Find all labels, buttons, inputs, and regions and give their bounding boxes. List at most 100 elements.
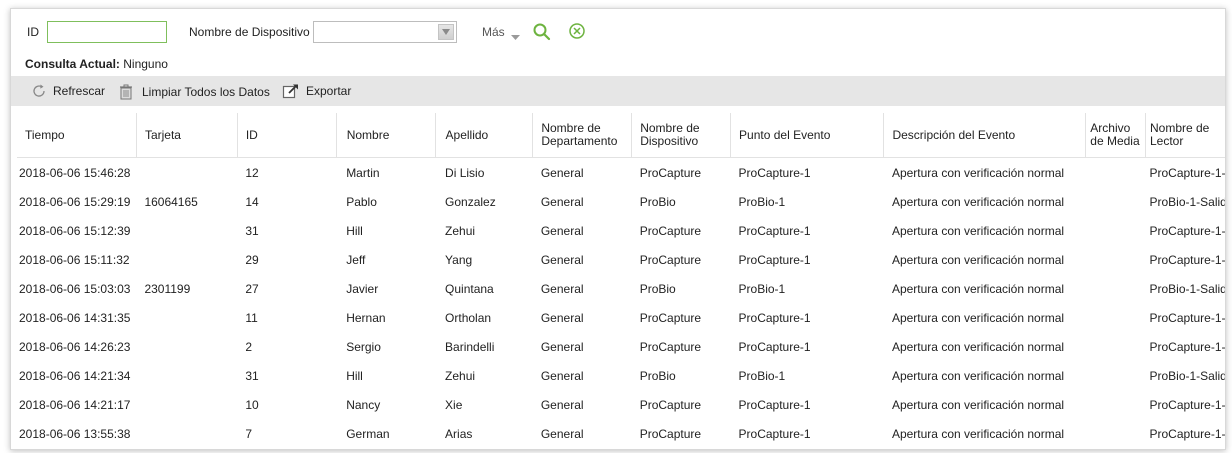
cell-reader-name: ProCapture-1-Sali xyxy=(1149,397,1226,412)
cell-first-name: German xyxy=(346,426,390,441)
cell-department: General xyxy=(540,223,584,238)
cell-device: ProBio xyxy=(639,368,676,383)
cell-event-point: ProCapture-1 xyxy=(738,339,811,354)
device-filter-label: Nombre de Dispositivo xyxy=(189,25,310,39)
cell-event-description: Apertura con verificación normal xyxy=(891,426,1065,441)
events-table: Tiempo Tarjeta ID Nombre Apellido Nombre… xyxy=(17,113,1226,448)
table-row[interactable]: 2018-06-06 15:29:19 16064165 14 Pablo Gonzal… xyxy=(17,187,1225,216)
cell-department: General xyxy=(540,397,584,412)
cell-event-description: Apertura con verificación normal xyxy=(891,368,1065,383)
column-header-descripcion-evento[interactable]: Descripción del Evento xyxy=(883,113,1087,158)
column-header-apellido[interactable]: Apellido xyxy=(435,113,534,158)
table-row[interactable]: 2018-06-06 14:26:23 2 Sergio Barindelli Gene… xyxy=(17,332,1226,361)
cell-event-point: ProCapture-1 xyxy=(738,426,811,441)
cell-media-file xyxy=(1086,187,1146,216)
cell-event-point: ProCapture-1 xyxy=(738,252,811,267)
cell-time: 2018-06-06 15:12:39 xyxy=(19,223,131,238)
cell-reader-name: ProCapture-1-Sali xyxy=(1149,426,1226,441)
more-filters-toggle[interactable]: Más xyxy=(482,25,505,39)
column-header-archivo-media[interactable]: Archivo de Media xyxy=(1085,113,1146,158)
table-row[interactable]: 2018-06-06 15:46:28 12 Martin Di Lisio Gener… xyxy=(17,158,1225,188)
cell-card xyxy=(136,245,237,274)
cell-event-description: Apertura con verificación normal xyxy=(891,194,1065,209)
cell-media-file xyxy=(1086,245,1146,274)
cell-device: ProCapture xyxy=(639,165,702,180)
cell-media-file xyxy=(1086,274,1146,303)
cell-event-description: Apertura con verificación normal xyxy=(891,310,1065,325)
cell-first-name: Martin xyxy=(346,165,380,180)
cell-card xyxy=(136,158,237,188)
id-filter-input[interactable] xyxy=(47,21,167,43)
cell-time: 2018-06-06 15:03:03 xyxy=(19,281,131,296)
cell-department: General xyxy=(540,310,584,325)
cell-reader-name: ProCapture-1-Sali xyxy=(1149,223,1226,238)
cell-id: 14 xyxy=(245,194,259,209)
cell-department: General xyxy=(540,281,584,296)
cell-last-name: Ortholan xyxy=(445,310,492,325)
cell-time: 2018-06-06 13:55:38 xyxy=(19,426,131,441)
column-header-id[interactable]: ID xyxy=(237,113,337,158)
caret-down-icon[interactable] xyxy=(511,29,520,43)
column-header-punto-evento[interactable]: Punto del Evento xyxy=(730,113,885,158)
cell-time: 2018-06-06 14:31:35 xyxy=(19,310,131,325)
column-header-tiempo[interactable]: Tiempo xyxy=(17,113,137,158)
clear-all-data-button[interactable]: Limpiar Todos los Datos xyxy=(118,83,270,101)
cell-time: 2018-06-06 14:26:23 xyxy=(19,339,131,354)
trash-icon xyxy=(120,84,132,100)
cell-card xyxy=(136,361,237,390)
search-icon[interactable] xyxy=(532,22,552,42)
cell-media-file xyxy=(1086,303,1146,332)
table-row[interactable]: 2018-06-06 15:12:39 31 Hill Zehui General Pro… xyxy=(17,216,1226,245)
cell-reader-name: ProCapture-1-Sali xyxy=(1149,252,1226,267)
cell-first-name: Sergio xyxy=(346,339,381,354)
cell-last-name: Quintana xyxy=(445,281,494,296)
cell-card: 2301199 xyxy=(144,281,191,296)
cell-last-name: Zehui xyxy=(445,368,476,383)
cell-media-file xyxy=(1086,419,1146,448)
column-header-nombre[interactable]: Nombre xyxy=(336,113,436,158)
export-button[interactable]: Exportar xyxy=(282,83,351,99)
table-row[interactable]: 2018-06-06 15:11:32 29 Jeff Yang General ProC… xyxy=(17,245,1226,274)
cell-media-file xyxy=(1086,216,1146,245)
cell-reader-name: ProBio-1-Salida xyxy=(1149,368,1226,383)
cell-device: ProBio xyxy=(639,194,676,209)
cell-department: General xyxy=(540,339,584,354)
cell-event-description: Apertura con verificación normal xyxy=(891,397,1065,412)
cell-device: ProCapture xyxy=(639,223,702,238)
cell-media-file xyxy=(1086,390,1146,419)
id-filter-label: ID xyxy=(27,25,39,39)
cell-department: General xyxy=(540,252,584,267)
cell-id: 7 xyxy=(245,426,253,441)
refresh-button[interactable]: Refrescar xyxy=(31,83,105,99)
table-row[interactable]: 2018-06-06 14:31:35 11 Hernan Ortholan Gener… xyxy=(17,303,1225,332)
cell-first-name: Jeff xyxy=(346,252,366,267)
table-row[interactable]: 2018-06-06 13:55:38 7 German Arias General Pr… xyxy=(17,419,1226,448)
cell-reader-name: ProCapture-1-Sali xyxy=(1149,339,1226,354)
column-header-dispositivo[interactable]: Nombre de Dispositivo xyxy=(631,113,732,158)
table-row[interactable]: 2018-06-06 14:21:17 10 Nancy Xie General ProC… xyxy=(17,390,1226,419)
cell-media-file xyxy=(1086,332,1146,361)
table-header-row: Tiempo Tarjeta ID Nombre Apellido Nombre… xyxy=(17,113,1225,158)
cell-event-description: Apertura con verificación normal xyxy=(891,165,1065,180)
cell-id: 31 xyxy=(245,368,259,383)
cell-time: 2018-06-06 15:11:32 xyxy=(19,252,130,267)
dropdown-arrow-icon[interactable] xyxy=(438,24,454,40)
cell-event-point: ProBio-1 xyxy=(738,368,786,383)
clear-filter-icon[interactable] xyxy=(568,22,586,40)
current-query-label: Consulta Actual: xyxy=(25,57,120,71)
table-row[interactable]: 2018-06-06 15:03:03 2301199 27 Javier Quinta… xyxy=(17,274,1225,303)
device-filter-select[interactable] xyxy=(313,21,457,43)
cell-time: 2018-06-06 15:46:28 xyxy=(19,165,131,180)
column-header-lector[interactable]: Nombre de Lector xyxy=(1145,113,1225,158)
cell-event-point: ProCapture-1 xyxy=(738,397,811,412)
cell-id: 2 xyxy=(245,339,253,354)
table-row[interactable]: 2018-06-06 14:21:34 31 Hill Zehui General Pro… xyxy=(17,361,1226,390)
cell-event-description: Apertura con verificación normal xyxy=(891,339,1065,354)
cell-id: 27 xyxy=(245,281,259,296)
column-header-departamento[interactable]: Nombre de Departamento xyxy=(532,113,633,158)
cell-department: General xyxy=(540,165,584,180)
cell-device: ProCapture xyxy=(639,310,702,325)
cell-card xyxy=(136,332,237,361)
current-query-value: Ninguno xyxy=(123,57,168,71)
column-header-tarjeta[interactable]: Tarjeta xyxy=(136,113,238,158)
